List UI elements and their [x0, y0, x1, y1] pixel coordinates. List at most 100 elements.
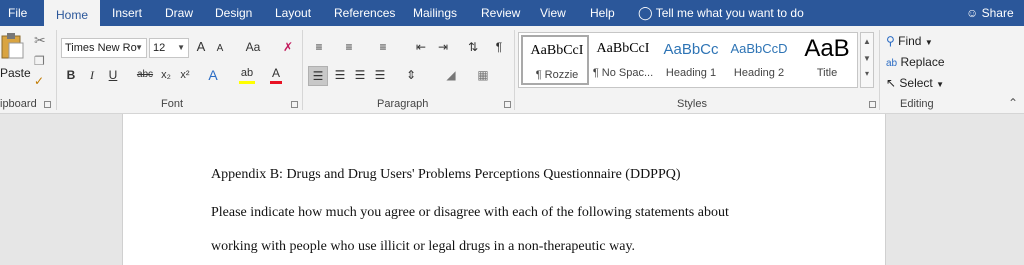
underline-button[interactable]: U: [106, 66, 120, 86]
replace-label: Replace: [900, 55, 945, 69]
select-cursor-icon: ↖: [886, 76, 897, 90]
tab-references[interactable]: References: [334, 0, 395, 26]
highlight-button[interactable]: ab: [237, 64, 257, 84]
tab-draw[interactable]: Draw: [165, 0, 193, 26]
style-rozzie[interactable]: AaBbCcI ¶ Rozzie: [521, 35, 589, 85]
strikethrough-button[interactable]: abc: [134, 66, 156, 86]
style-name: ¶ No Spac...: [592, 67, 654, 79]
subscript-button[interactable]: x₂: [159, 66, 173, 86]
tell-me-search[interactable]: ◯ Tell me what you want to do: [638, 0, 804, 26]
style-name: ¶ Rozzie: [535, 69, 579, 81]
style-preview: AaBbCcI: [530, 43, 584, 58]
style-heading-2[interactable]: AaBbCcD Heading 2: [725, 35, 793, 85]
find-button[interactable]: ⚲ Find ▼: [886, 34, 933, 48]
tab-view[interactable]: View: [540, 0, 566, 26]
font-color-bar: [270, 81, 282, 84]
style-preview: AaBbCc: [663, 41, 719, 58]
align-center-icon[interactable]: ☰: [331, 66, 349, 86]
tab-mailings[interactable]: Mailings: [413, 0, 457, 26]
paragraph-launcher-icon[interactable]: [504, 101, 511, 108]
document-page[interactable]: Appendix B: Drugs and Drug Users' Proble…: [122, 114, 886, 265]
ribbon-home: Paste ✂ ❐ ✓ ipboard Times New Ro ▼ 12 ▼ …: [0, 26, 1024, 114]
replace-button[interactable]: ab Replace: [886, 55, 945, 69]
tab-file[interactable]: File: [8, 0, 27, 26]
increase-indent-icon[interactable]: ⇥: [434, 38, 452, 58]
divider: [302, 30, 303, 110]
tab-design[interactable]: Design: [215, 0, 252, 26]
style-preview: AaBbCcD: [730, 41, 788, 56]
style-no-spacing[interactable]: AaBbCcI ¶ No Spac...: [589, 35, 657, 85]
bullets-icon[interactable]: ≡: [310, 38, 328, 58]
text-effects-button[interactable]: A: [206, 66, 220, 86]
multilevel-list-icon[interactable]: ≡: [372, 38, 394, 58]
shrink-font-button[interactable]: A: [213, 40, 227, 60]
tab-home[interactable]: Home: [44, 0, 101, 26]
tab-insert[interactable]: Insert: [112, 0, 142, 26]
style-name: Heading 1: [665, 67, 717, 79]
style-heading-1[interactable]: AaBbCc Heading 1: [657, 35, 725, 85]
chevron-down-icon: ▼: [924, 38, 933, 47]
clear-formatting-icon[interactable]: ✗: [280, 38, 296, 58]
doc-heading-line[interactable]: Appendix B: Drugs and Drug Users' Proble…: [211, 167, 681, 183]
paste-button[interactable]: Paste: [0, 66, 31, 80]
paragraph-group-label: Paragraph: [377, 98, 429, 110]
justify-icon[interactable]: ☰: [371, 66, 389, 86]
line-spacing-icon[interactable]: ⇕: [400, 66, 422, 86]
align-right-icon[interactable]: ☰: [351, 66, 369, 86]
style-preview: AaB: [804, 35, 850, 62]
chevron-down-icon[interactable]: ▼: [861, 54, 873, 63]
highlight-color-bar: [239, 81, 255, 84]
shading-icon[interactable]: ◢: [440, 66, 462, 86]
doc-paragraph-line[interactable]: Please indicate how much you agree or di…: [211, 205, 729, 221]
sort-icon[interactable]: ⇅: [464, 38, 482, 58]
font-color-button[interactable]: A: [268, 64, 284, 84]
copy-icon[interactable]: ❐: [34, 54, 45, 68]
tab-review[interactable]: Review: [481, 0, 520, 26]
font-group-label: Font: [161, 98, 184, 110]
tab-help[interactable]: Help: [590, 0, 615, 26]
font-size-combo[interactable]: 12 ▼: [149, 38, 189, 58]
highlight-label: ab: [240, 67, 254, 79]
styles-group-label: Styles: [677, 98, 707, 110]
font-launcher-icon[interactable]: [291, 101, 298, 108]
bold-button[interactable]: B: [64, 66, 78, 86]
tab-layout[interactable]: Layout: [275, 0, 311, 26]
chevron-down-icon: ▼: [177, 43, 185, 52]
styles-launcher-icon[interactable]: [869, 101, 876, 108]
show-marks-button[interactable]: ¶: [492, 38, 506, 58]
style-name: Title: [816, 67, 838, 79]
editing-group-label: Editing: [900, 98, 934, 110]
replace-icon: ab: [886, 58, 898, 69]
font-size-value: 12: [153, 42, 166, 54]
superscript-button[interactable]: x²: [178, 66, 192, 86]
cut-icon[interactable]: ✂: [34, 32, 46, 49]
select-button[interactable]: ↖ Select ▼: [886, 76, 944, 90]
styles-scrollbar[interactable]: ▲ ▼ ▾: [860, 32, 874, 88]
styles-gallery: AaBbCcI ¶ Rozzie AaBbCcI ¶ No Spac... Aa…: [518, 32, 858, 88]
chevron-up-icon[interactable]: ▲: [861, 37, 873, 46]
font-name-value: Times New Ro: [65, 42, 137, 54]
style-title[interactable]: AaB Title: [793, 35, 861, 85]
find-label: Find: [898, 34, 922, 48]
divider: [56, 30, 57, 110]
numbering-icon[interactable]: ≡: [340, 38, 358, 58]
share-button[interactable]: ☺ Share: [966, 0, 1014, 26]
format-painter-icon[interactable]: ✓: [34, 74, 44, 88]
borders-icon[interactable]: ▦: [472, 66, 494, 86]
italic-button[interactable]: I: [85, 66, 99, 86]
collapse-ribbon-icon[interactable]: ⌃: [1008, 96, 1018, 110]
chevron-down-icon: ▼: [936, 80, 945, 89]
decrease-indent-icon[interactable]: ⇤: [412, 38, 430, 58]
clipboard-launcher-icon[interactable]: [44, 101, 51, 108]
select-label: Select: [899, 76, 933, 90]
grow-font-button[interactable]: A: [194, 38, 208, 58]
doc-paragraph-line[interactable]: working with people who use illicit or l…: [211, 239, 635, 255]
change-case-button[interactable]: Aa: [240, 38, 266, 58]
paste-icon[interactable]: [0, 32, 24, 60]
font-name-combo[interactable]: Times New Ro ▼: [61, 38, 147, 58]
style-preview: AaBbCcI: [596, 41, 650, 56]
more-styles-icon[interactable]: ▾: [861, 69, 873, 78]
font-color-label: A: [271, 66, 280, 80]
share-label: Share: [981, 6, 1014, 20]
align-left-icon[interactable]: ☰: [308, 66, 328, 86]
